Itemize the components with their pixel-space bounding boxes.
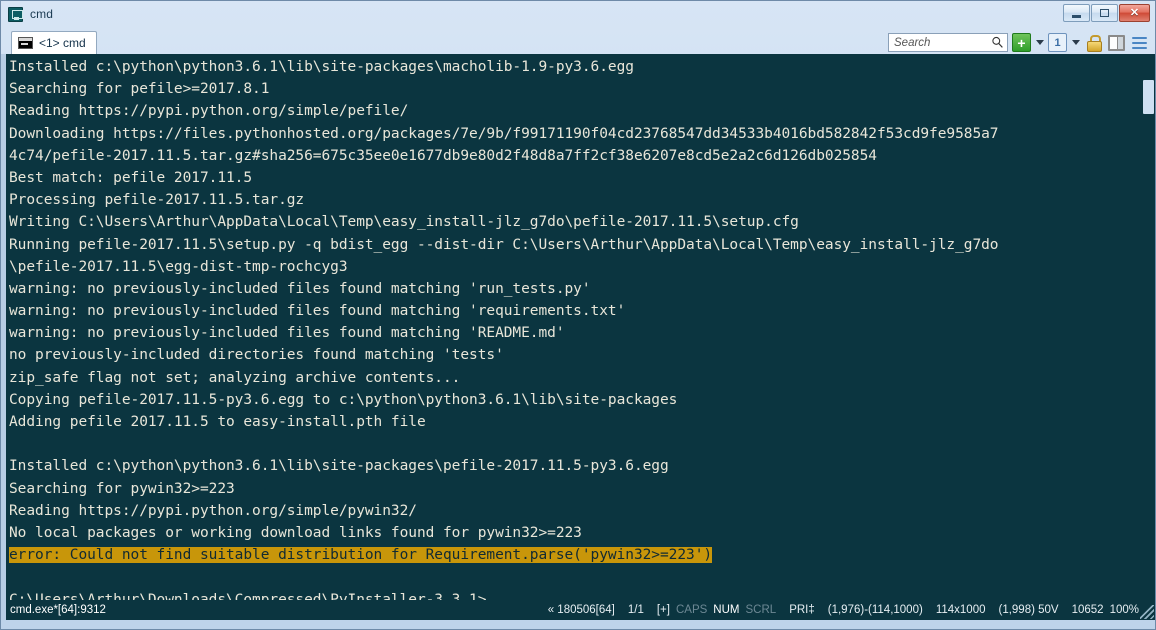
title-bar[interactable]: cmd ✕ (1, 1, 1155, 27)
terminal-line: Searching for pywin32>=223 (9, 480, 235, 497)
status-bar: cmd.exe*[64]:9312 « 180506[64] 1/1 [+] C… (1, 600, 1155, 620)
tab-bar: <1> cmd + 1 (1, 27, 1155, 54)
terminal-line: warning: no previously-included files fo… (9, 280, 591, 297)
status-plus-flag: [+] (656, 604, 670, 616)
terminal-line: Copying pefile-2017.11.5-py3.6.egg to c:… (9, 391, 678, 408)
tab-cmd[interactable]: <1> cmd (11, 31, 97, 54)
console-dropdown-icon[interactable] (1071, 33, 1080, 52)
status-num: NUM (713, 604, 740, 616)
hamburger-menu-icon (1132, 36, 1147, 49)
terminal-error-text: error: Could not find suitable distribut… (9, 547, 713, 564)
terminal-line: no previously-included directories found… (9, 347, 504, 364)
window-title: cmd (30, 7, 53, 21)
terminal-line: Installed c:\python\python3.6.1\lib\site… (9, 59, 634, 75)
terminal-line: \pefile-2017.11.5\egg-dist-tmp-rochcyg3 (9, 258, 348, 275)
status-zoom: 100% (1109, 604, 1139, 616)
terminal-line: Reading https://pypi.python.org/simple/p… (9, 103, 409, 120)
search-icon (992, 36, 1003, 48)
panels-button[interactable] (1107, 33, 1126, 52)
tab-label: <1> cmd (39, 36, 86, 50)
window-bottom-edge (1, 620, 1155, 629)
terminal-scrollbar[interactable] (1142, 54, 1155, 600)
resize-grip-icon[interactable] (1140, 605, 1154, 619)
status-priority: PRI‡ (789, 604, 815, 616)
search-box[interactable] (888, 33, 1008, 52)
terminal-line: Running pefile-2017.11.5\setup.py -q bdi… (9, 236, 999, 253)
lock-button[interactable] (1084, 33, 1103, 52)
terminal-line: No local packages or working download li… (9, 524, 582, 541)
terminal-output[interactable]: Installed c:\python\python3.6.1\lib\site… (6, 54, 1142, 600)
padlock-icon (1087, 35, 1102, 52)
menu-button[interactable] (1130, 33, 1149, 52)
terminal-line: Installed c:\python\python3.6.1\lib\site… (9, 458, 669, 475)
status-size: 114x1000 (935, 604, 986, 616)
status-tab-count: 1/1 (627, 604, 644, 616)
maximize-icon (1100, 9, 1109, 17)
terminal-line: error: Could not find suitable distribut… (9, 544, 1142, 566)
close-button[interactable]: ✕ (1119, 4, 1150, 22)
status-build: « 180506[64] (547, 604, 615, 616)
status-cells: 10652 (1071, 604, 1104, 616)
terminal-line: Writing C:\Users\Arthur\AppData\Local\Te… (9, 214, 799, 231)
close-icon: ✕ (1129, 6, 1140, 19)
terminal-line: warning: no previously-included files fo… (9, 303, 626, 320)
status-cursor: (1,998) 50V (998, 604, 1059, 616)
search-input[interactable] (894, 36, 990, 49)
status-process: cmd.exe*[64]:9312 (10, 604, 106, 616)
terminal-line: warning: no previously-included files fo… (9, 325, 565, 342)
status-right-group: « 180506[64] 1/1 [+] CAPS NUM SCRL PRI‡ … (548, 604, 1155, 616)
scrollbar-thumb[interactable] (1143, 80, 1154, 114)
active-console-button[interactable]: 1 (1048, 33, 1067, 52)
terminal-line: Best match: pefile 2017.11.5 (9, 169, 253, 186)
new-console-button[interactable]: + (1012, 33, 1031, 52)
window-controls: ✕ (1063, 4, 1150, 22)
terminal-line: 4c74/pefile-2017.11.5.tar.gz#sha256=675c… (9, 147, 877, 164)
panels-icon (1108, 34, 1125, 51)
console-tab-icon (18, 37, 33, 49)
maximize-button[interactable] (1091, 4, 1118, 22)
status-scrl: SCRL (745, 604, 777, 616)
conemu-window: cmd ✕ <1> cmd Search + 1 Installed c:\py… (0, 0, 1156, 630)
terminal-area: Installed c:\python\python3.6.1\lib\site… (1, 54, 1155, 600)
terminal-line: zip_safe flag not set; analyzing archive… (9, 369, 461, 386)
minimize-icon (1072, 15, 1081, 18)
terminal-line: Reading https://pypi.python.org/simple/p… (9, 502, 417, 519)
status-caps: CAPS (675, 604, 708, 616)
terminal-line: Searching for pefile>=2017.8.1 (9, 81, 270, 98)
new-console-dropdown-icon[interactable] (1035, 33, 1044, 52)
minimize-button[interactable] (1063, 4, 1090, 22)
status-selection: (1,976)-(114,1000) (827, 604, 923, 616)
terminal-line: Downloading https://files.pythonhosted.o… (9, 125, 999, 142)
toolbar: + 1 (888, 33, 1149, 52)
terminal-line: C:\Users\Arthur\Downloads\Compressed\PyI… (9, 591, 487, 601)
terminal-line: Adding pefile 2017.11.5 to easy-install.… (9, 414, 426, 430)
console-icon (8, 6, 23, 22)
terminal-line: Processing pefile-2017.11.5.tar.gz (9, 192, 305, 209)
